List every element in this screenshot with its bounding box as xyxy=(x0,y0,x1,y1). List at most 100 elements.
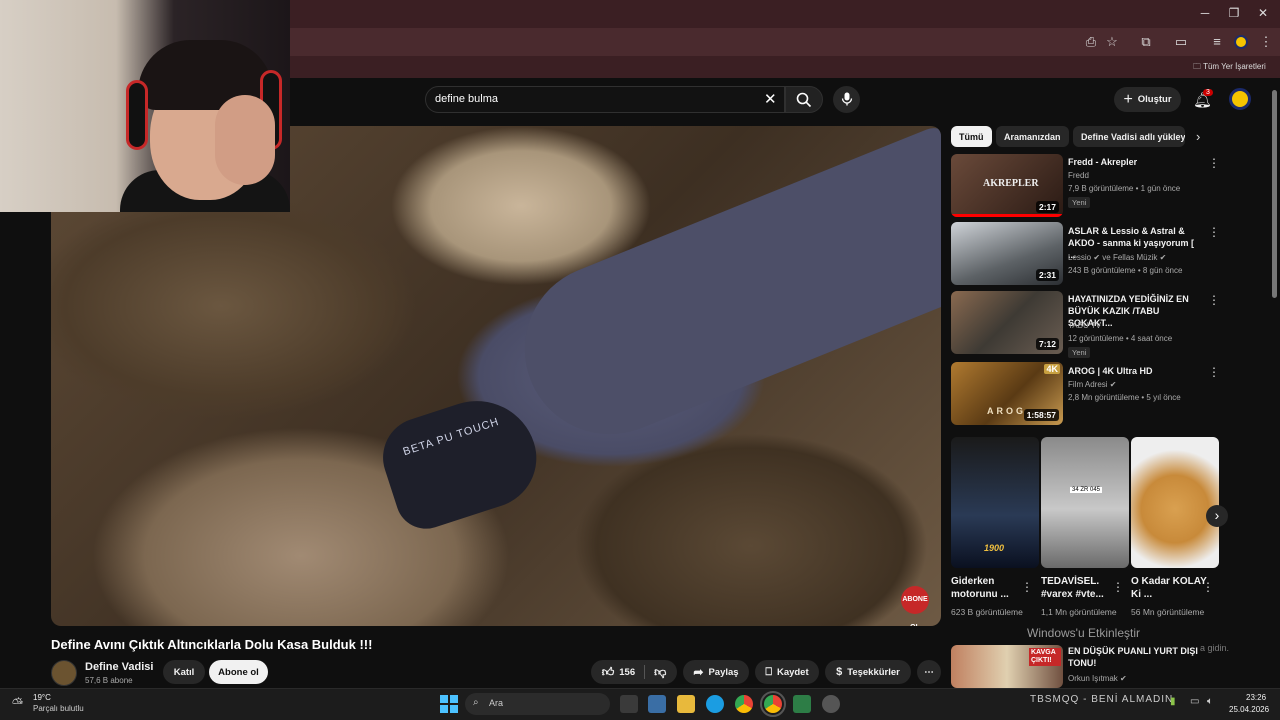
search-input[interactable]: define bulma xyxy=(435,93,498,105)
bookmark-star-icon[interactable]: ☆ xyxy=(1103,34,1121,50)
app-icon[interactable] xyxy=(793,695,811,713)
duration-badge: 7:12 xyxy=(1035,338,1059,350)
file-explorer-icon[interactable] xyxy=(677,695,695,713)
clock-date: 25.04.2026 xyxy=(1229,705,1270,714)
profile-avatar[interactable] xyxy=(1234,35,1248,49)
rec-channel[interactable]: Orkun Işıtmak ✔ xyxy=(1068,674,1127,683)
extensions-icon[interactable]: ⧉ xyxy=(1137,34,1155,50)
short-more-icon[interactable]: ⋮ xyxy=(1021,580,1033,594)
video-title: Define Avını Çıktık Altıncıklarla Dolu K… xyxy=(51,637,373,652)
clock-time[interactable]: 23:26 xyxy=(1246,693,1266,702)
now-playing[interactable]: TBSMQQ - BENİ ALMADIN xyxy=(1030,694,1173,705)
chrome-active-icon[interactable] xyxy=(760,691,786,717)
weather-cloud-icon[interactable]: ⛅︎ xyxy=(12,695,23,712)
install-app-icon[interactable]: ⎙ xyxy=(1082,34,1100,50)
search-icon xyxy=(796,92,812,108)
short-views: 1,1 Mn görüntüleme xyxy=(1041,607,1117,617)
rec-thumbnail[interactable]: 2:31 xyxy=(951,222,1063,285)
rec-thumbnail[interactable]: AROG 4K 1:58:57 xyxy=(951,362,1063,425)
maximize-icon[interactable]: ❐ xyxy=(1224,6,1244,20)
short-more-icon[interactable]: ⋮ xyxy=(1202,580,1214,594)
save-button[interactable]: ⎕ Kaydet xyxy=(755,660,819,684)
short-title[interactable]: Giderken motorunu ... xyxy=(951,575,1029,601)
windows-activation-text: Windows'u Etkinleştir xyxy=(1027,626,1140,640)
taskbar-search-icon: ⌕ xyxy=(473,697,479,708)
rec-more-icon[interactable]: ⋮ xyxy=(1208,225,1220,239)
like-button[interactable]: 👍︎ 156 xyxy=(602,665,635,680)
mic-icon[interactable]: ▮ xyxy=(1170,696,1176,707)
subscriber-count: 57,6 B abone xyxy=(85,676,133,685)
share-button[interactable]: ➦ Paylaş xyxy=(683,660,749,684)
rec-channel[interactable]: Fredd xyxy=(1068,171,1089,180)
chip-all[interactable]: Tümü xyxy=(951,126,992,147)
chip-from-search[interactable]: Aramanızdan xyxy=(996,126,1069,147)
rec-meta: 2,8 Mn görüntüleme • 5 yıl önce xyxy=(1068,393,1181,402)
rec-title[interactable]: EN DÜŞÜK PUANLI YURT DIŞI TONU! xyxy=(1068,645,1203,669)
browser-menu-icon[interactable]: ⋮ xyxy=(1257,34,1275,50)
share-arrow-icon: ➦ xyxy=(693,665,704,679)
page-scrollbar[interactable] xyxy=(1272,90,1277,298)
chevron-right-icon[interactable]: › xyxy=(1196,129,1200,144)
join-button[interactable]: Katıl xyxy=(163,660,205,684)
rec-title[interactable]: AROG | 4K Ultra HD xyxy=(1068,365,1203,377)
rec-thumbnail[interactable]: AKREPLER 2:17 xyxy=(951,154,1063,217)
short-thumbnail[interactable]: 1900 xyxy=(951,437,1039,568)
rec-title[interactable]: Fredd - Akrepler xyxy=(1068,156,1203,168)
cast-icon[interactable]: ▭ xyxy=(1172,34,1190,50)
short-title[interactable]: O Kadar KOLAY Ki ... xyxy=(1131,575,1209,601)
thumb-text: KAVGA ÇIKTI! xyxy=(1029,648,1061,666)
close-window-icon[interactable]: ✕ xyxy=(1253,6,1273,20)
microphone-icon xyxy=(841,92,853,106)
shorts-next-icon[interactable]: › xyxy=(1206,505,1228,527)
windows-start-icon[interactable] xyxy=(440,695,458,713)
taskbar-search[interactable]: ⌕ Ara xyxy=(465,693,610,715)
rec-thumbnail[interactable]: 7:12 xyxy=(951,291,1063,354)
all-bookmarks-link[interactable]: 🗀 Tüm Yer İşaretleri xyxy=(1193,61,1266,75)
volume-icon[interactable]: 🔈︎ xyxy=(1207,696,1213,707)
chip-uploader[interactable]: Define Vadisi adlı yükleyen xyxy=(1073,126,1185,147)
save-bookmark-icon: ⎕ xyxy=(765,665,772,678)
media-control-icon[interactable]: ≡ xyxy=(1208,34,1226,49)
rec-channel[interactable]: Film Adresi ✔ xyxy=(1068,380,1117,389)
channel-avatar[interactable] xyxy=(51,660,77,686)
search-box[interactable]: define bulma ✕ xyxy=(425,86,785,113)
thumb-text: AROG xyxy=(987,406,1026,416)
thumbs-down-icon[interactable]: 👎︎ xyxy=(654,665,666,680)
short-thumbnail[interactable]: 34 ZR 045 xyxy=(1041,437,1129,568)
short-title[interactable]: TEDAVİSEL. #varex #vte... xyxy=(1041,575,1119,601)
new-badge: Yeni xyxy=(1068,197,1091,208)
minimize-icon[interactable]: ─ xyxy=(1195,6,1215,20)
video-frame-glove xyxy=(372,385,550,537)
subscribe-watermark[interactable]: ABONE OL xyxy=(901,586,929,626)
store-icon[interactable] xyxy=(648,695,666,713)
search-button[interactable] xyxy=(785,86,823,113)
save-label: Kaydet xyxy=(776,666,809,678)
watch-progress-bar xyxy=(951,214,1063,217)
edge-icon[interactable] xyxy=(706,695,724,713)
duration-badge: 2:31 xyxy=(1035,269,1059,281)
rec-more-icon[interactable]: ⋮ xyxy=(1208,365,1220,379)
short-views: 623 B görüntüleme xyxy=(951,607,1023,617)
rec-more-icon[interactable]: ⋮ xyxy=(1208,293,1220,307)
account-avatar[interactable] xyxy=(1229,88,1251,110)
subscribe-button[interactable]: Abone ol xyxy=(209,660,268,684)
rec-more-icon[interactable]: ⋮ xyxy=(1208,156,1220,170)
thanks-button[interactable]: $ Teşekkürler xyxy=(825,660,911,684)
rec-channel[interactable]: TABU TV xyxy=(1068,321,1101,330)
short-thumbnail[interactable] xyxy=(1131,437,1219,568)
network-icon[interactable]: ▭ xyxy=(1190,696,1199,707)
steam-icon[interactable] xyxy=(822,695,840,713)
chrome-icon[interactable] xyxy=(735,695,753,713)
rec-thumbnail[interactable]: KAVGA ÇIKTI! xyxy=(951,645,1063,688)
clear-search-icon[interactable]: ✕ xyxy=(764,90,777,108)
channel-name[interactable]: Define Vadisi xyxy=(85,661,153,673)
rec-channel[interactable]: Lessio ✔ ve Fellas Müzik ✔ xyxy=(1068,253,1166,262)
voice-search-button[interactable] xyxy=(833,86,860,113)
create-button[interactable]: + Oluştur xyxy=(1114,87,1181,112)
4k-badge: 4K xyxy=(1044,364,1060,374)
thumb-text: AKREPLER xyxy=(983,178,1039,189)
task-view-icon[interactable] xyxy=(620,695,638,713)
more-actions-button[interactable]: ⋯ xyxy=(917,660,941,684)
weather-temp[interactable]: 19°C xyxy=(33,693,51,702)
short-more-icon[interactable]: ⋮ xyxy=(1112,580,1124,594)
